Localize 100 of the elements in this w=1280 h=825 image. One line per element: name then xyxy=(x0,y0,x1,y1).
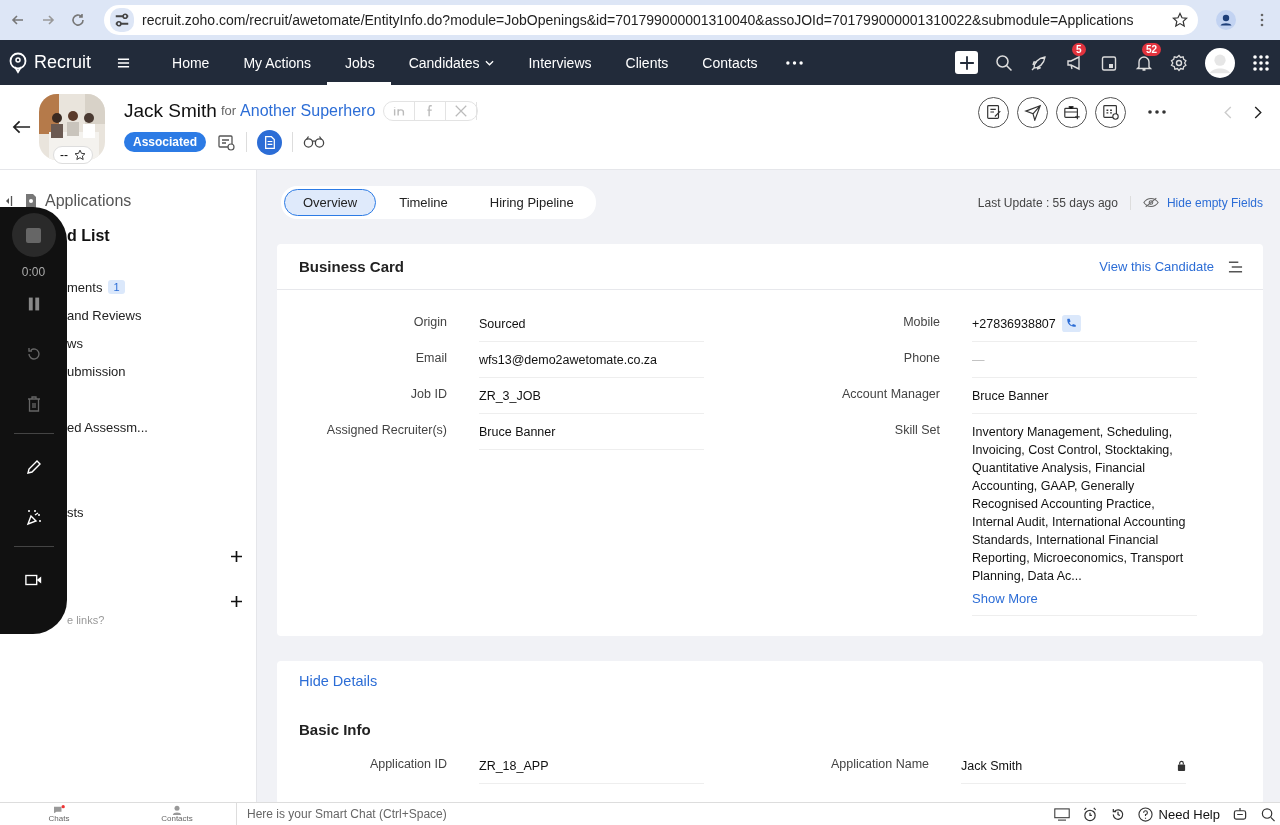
field-label: Mobile xyxy=(902,314,940,329)
lock-icon xyxy=(1177,760,1186,771)
field-label: Job ID xyxy=(409,386,447,401)
field-label: Application Name xyxy=(830,756,929,771)
field-label: Phone xyxy=(902,350,940,365)
settings-icon[interactable] xyxy=(1170,53,1188,72)
field-value: Jack Smith xyxy=(961,758,1023,773)
add-icon[interactable] xyxy=(231,596,242,607)
show-more-link[interactable]: Show More xyxy=(972,591,1197,606)
address-bar[interactable]: recruit.zoho.com/recruit/awetomate/EntityInfo.do?module=JobOpenings&id=701799000001310040&assoJOId=701799000001310022&submodule=Applications xyxy=(104,5,1198,35)
status-badge[interactable]: Associated xyxy=(124,132,207,152)
chats-button[interactable]: Chats xyxy=(0,805,118,823)
logo-icon xyxy=(8,51,28,74)
field-value: ZR_3_JOB xyxy=(479,378,704,414)
paper-plane-icon xyxy=(1023,103,1042,121)
help-icon xyxy=(1137,806,1153,822)
note-edit-icon xyxy=(984,103,1003,121)
document-icon[interactable] xyxy=(257,129,283,155)
sidebar-item[interactable]: ws xyxy=(67,335,83,351)
avatar[interactable] xyxy=(1205,47,1235,78)
calendar-icon[interactable] xyxy=(1100,53,1118,72)
field-value: — xyxy=(972,352,985,367)
candidate-name: Jack Smith xyxy=(124,99,217,122)
stop-button[interactable] xyxy=(11,213,56,257)
nav-tab[interactable]: Home xyxy=(154,40,226,85)
hint-text: e links? xyxy=(67,614,106,626)
chat-bubble-icon xyxy=(52,805,66,815)
field-value: wfs13@demo2awetomate.co.za xyxy=(479,342,704,378)
hide-details-link[interactable]: Hide Details xyxy=(299,673,1241,689)
rocket-icon[interactable] xyxy=(1030,53,1048,72)
sidebar-item[interactable]: and Reviews xyxy=(67,307,142,323)
briefcase-icon xyxy=(1062,103,1081,121)
search-icon[interactable] xyxy=(1260,806,1276,822)
field-value: ZR_18_APP xyxy=(479,758,549,773)
rating-text: -- xyxy=(60,148,68,162)
pencil-icon[interactable] xyxy=(24,458,43,476)
next-icon[interactable] xyxy=(1254,105,1262,119)
phone-icon[interactable] xyxy=(1061,315,1081,332)
calendar-icon xyxy=(1101,103,1120,121)
nav-tab[interactable]: Clients xyxy=(607,40,685,85)
back-arrow-icon[interactable] xyxy=(12,119,31,135)
more-icon[interactable] xyxy=(1148,110,1166,114)
robot-icon[interactable] xyxy=(1232,806,1248,822)
tab[interactable]: Hiring Pipeline xyxy=(470,189,593,216)
need-help-button[interactable]: Need Help xyxy=(1137,806,1220,822)
hide-empty-fields-link[interactable]: Hide empty Fields xyxy=(1166,195,1263,210)
nav-tab[interactable]: Interviews xyxy=(510,40,608,85)
apps-grid-icon[interactable] xyxy=(1252,53,1270,72)
person-icon xyxy=(170,805,184,815)
sidebar-item[interactable]: ments xyxy=(67,279,103,295)
section-heading: d List xyxy=(67,227,111,245)
sidebar-item[interactable]: ed Assessm... xyxy=(67,419,148,435)
job-link[interactable]: Another Superhero xyxy=(240,101,376,120)
eye-slash-icon[interactable] xyxy=(1142,197,1159,208)
bookmark-star-icon[interactable] xyxy=(1172,12,1188,28)
status-history-icon[interactable] xyxy=(216,132,237,152)
nav-tab[interactable]: Candidates xyxy=(390,40,511,85)
alarm-clock-icon[interactable] xyxy=(1081,806,1098,822)
menu-icon[interactable] xyxy=(117,56,130,69)
tab[interactable]: Timeline xyxy=(380,189,467,216)
sidebar-item[interactable]: ubmission xyxy=(67,363,126,379)
profile-icon[interactable] xyxy=(1216,10,1236,30)
reload-icon[interactable] xyxy=(70,12,86,28)
more-icon[interactable] xyxy=(785,60,803,65)
monitor-icon[interactable] xyxy=(1053,806,1070,822)
collapse-icon[interactable] xyxy=(5,195,13,207)
field-value: Sourced xyxy=(479,306,704,342)
rating-chip[interactable]: -- xyxy=(53,146,93,164)
field-label: Assigned Recruiter(s) xyxy=(325,422,447,437)
app-name: Recruit xyxy=(34,52,91,73)
field-value: Bruce Banner xyxy=(479,414,704,450)
count-badge: 5 xyxy=(1072,42,1086,56)
contacts-button[interactable]: Contacts xyxy=(118,805,236,823)
field-label: Application ID xyxy=(368,756,447,771)
card-title: Business Card xyxy=(299,258,405,275)
field-value: Bruce Banner xyxy=(972,388,1049,403)
sidebar-item[interactable]: sts xyxy=(67,504,84,520)
site-settings-icon[interactable] xyxy=(110,8,134,32)
nav-tab[interactable]: Contacts xyxy=(684,40,774,85)
url-text: recruit.zoho.com/recruit/awetomate/EntityInfo.do?module=JobOpenings&id=701799000001310040&assoJOId=701799000001310022&submodule=Applications xyxy=(142,12,1135,28)
sparkle-icon[interactable] xyxy=(24,508,43,526)
plus-icon xyxy=(958,54,975,71)
count-badge: 1 xyxy=(108,280,125,294)
megaphone-icon[interactable] xyxy=(1065,53,1083,72)
add-button[interactable] xyxy=(955,51,978,74)
view-candidate-link[interactable]: View this Candidate xyxy=(1099,259,1214,274)
star-icon[interactable] xyxy=(74,149,86,161)
nav-tab[interactable]: My Actions xyxy=(225,40,328,85)
tab[interactable]: Overview xyxy=(284,189,377,216)
nav-tab[interactable]: Jobs xyxy=(327,40,391,85)
chevron-down-icon xyxy=(485,59,495,66)
field-value: Inventory Management, Scheduling, Invoicing, Cost Control, Stocktaking, Quantitative Analysis, Financial Accounting, GAAP, Generally Recognised Accounting Practice, Internal Audit, International Accounting Standards, International Financial Reporting, Microeconomics, Transport Planning, Data Ac... xyxy=(972,424,1187,585)
search-icon[interactable] xyxy=(995,53,1013,72)
list-icon[interactable] xyxy=(1228,260,1243,273)
field-label: Account Manager xyxy=(841,386,940,401)
bell-icon[interactable] xyxy=(1135,53,1153,72)
add-icon[interactable] xyxy=(231,551,242,562)
field-label: Email xyxy=(414,350,447,365)
section-title: Basic Info xyxy=(299,721,372,738)
binoculars-icon[interactable] xyxy=(303,135,326,149)
